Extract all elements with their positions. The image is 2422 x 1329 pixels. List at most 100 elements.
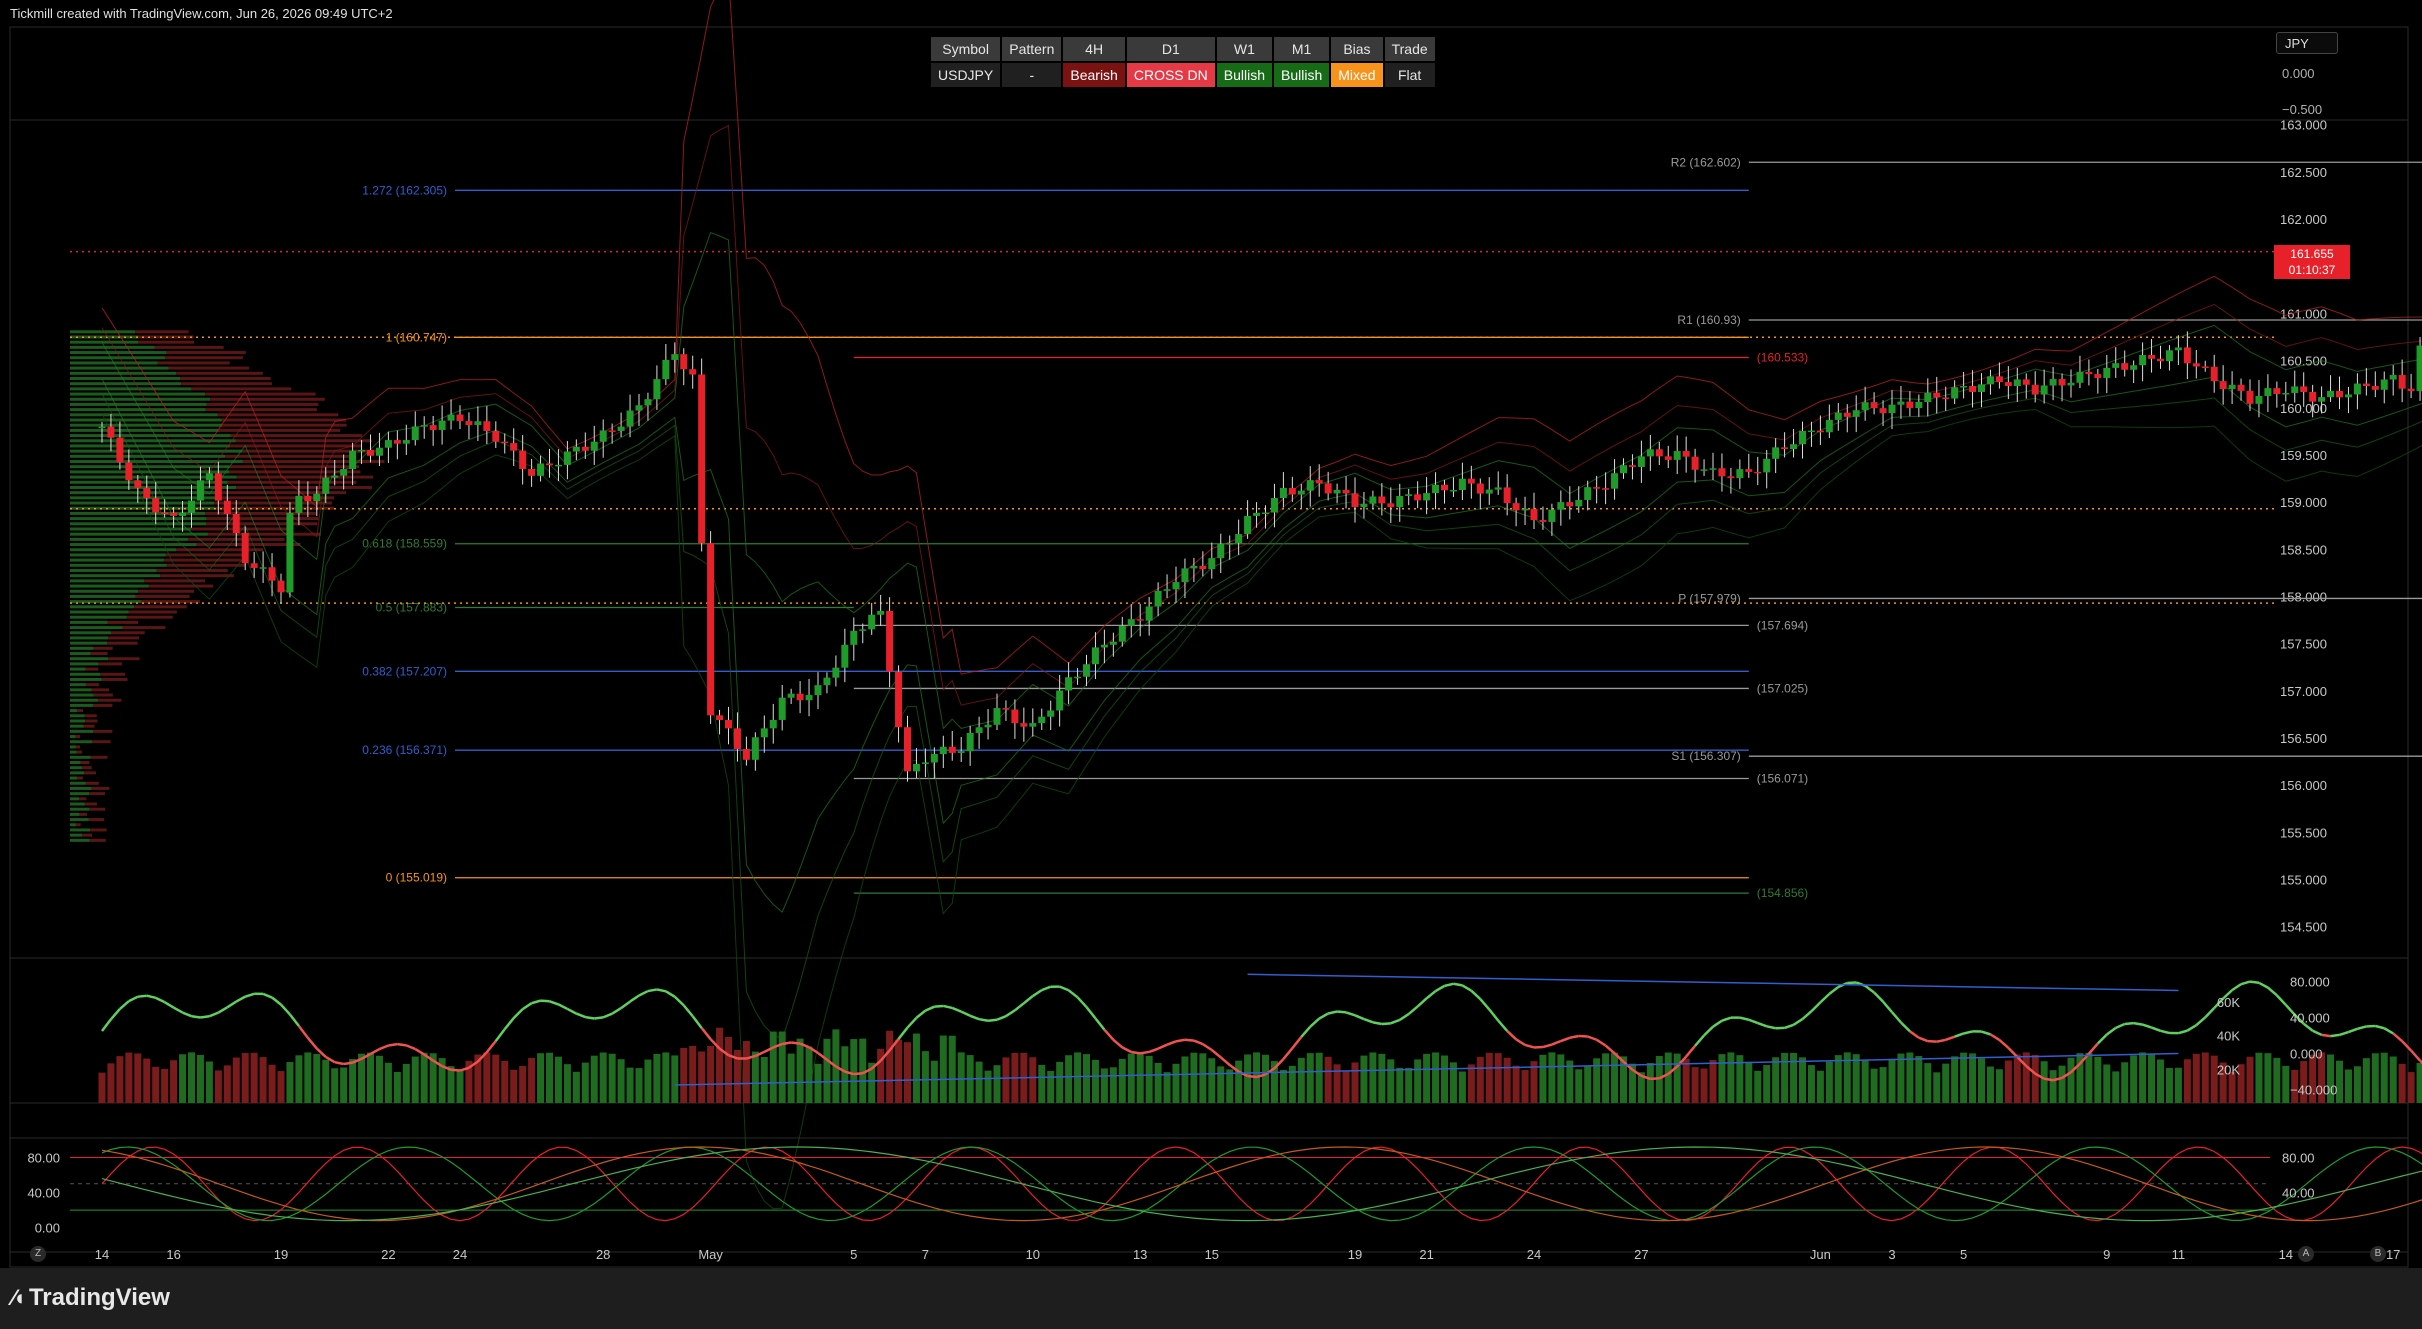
candle-body — [806, 695, 813, 700]
volume-profile-bar — [89, 818, 104, 821]
candle-body — [1701, 469, 1708, 471]
volume-bar — [1486, 1053, 1493, 1103]
volume-profile-bar — [207, 403, 319, 406]
oscillator-line — [272, 998, 281, 1005]
volume-profile-bar — [70, 803, 85, 806]
volume-profile-bar — [70, 486, 236, 489]
candle-body — [958, 751, 965, 753]
volume-bar — [2023, 1052, 2030, 1103]
volume-profile-bar — [236, 486, 372, 489]
oscillator-line — [2187, 1025, 2196, 1030]
volume-bar — [2354, 1066, 2361, 1103]
candle-body — [2085, 372, 2092, 374]
oscillator-line — [1328, 1012, 1337, 1014]
price-level-label: 0 (155.019) — [386, 871, 447, 885]
volume-profile-bar — [93, 704, 112, 707]
candle-body — [1647, 449, 1654, 456]
volume-bar — [2345, 1069, 2352, 1103]
candle-body — [1557, 502, 1564, 510]
volume-profile-bar — [70, 356, 165, 359]
candle-body — [1217, 544, 1224, 558]
volume-bar — [2121, 1062, 2128, 1103]
volume-bar — [1468, 1064, 1475, 1103]
candle-body — [707, 543, 714, 715]
x-axis-tick-label: 28 — [596, 1247, 610, 1262]
oscillator-line — [1418, 998, 1427, 1006]
y-axis-tick-label: 158.500 — [2280, 542, 2327, 557]
volume-bar — [161, 1069, 168, 1103]
oscillator-line — [594, 1017, 603, 1018]
candle-body — [170, 513, 177, 516]
candle-body — [492, 431, 499, 442]
candle-body — [1754, 472, 1761, 474]
candle-body — [457, 415, 464, 421]
oscillator-line — [1104, 1030, 1113, 1040]
volume-bar — [2130, 1055, 2137, 1103]
volume-profile-bar — [70, 429, 219, 432]
timezone-button[interactable]: Z — [30, 1246, 46, 1262]
volume-profile-bar — [77, 709, 83, 712]
candle-body — [1083, 664, 1090, 676]
oscillator-line — [1570, 1036, 1579, 1038]
volume-profile-bar — [76, 745, 81, 748]
candle-body — [1002, 708, 1009, 710]
candle-body — [501, 442, 508, 444]
oscillator-line — [2277, 995, 2286, 1005]
candle-body — [1181, 568, 1188, 582]
volume-bar — [636, 1068, 643, 1103]
volume-bar — [2255, 1053, 2262, 1103]
volume-bar — [1611, 1053, 1618, 1103]
volume-bar — [260, 1057, 267, 1103]
candle-body — [2390, 375, 2397, 379]
auto-scale-button[interactable]: A — [2298, 1246, 2314, 1262]
volume-profile-bar — [70, 616, 127, 619]
volume-bar — [501, 1061, 508, 1103]
y-axis-tick-label: 161.000 — [2280, 306, 2327, 321]
candle-body — [680, 354, 687, 369]
candle-body — [1674, 451, 1681, 460]
candle-body — [1897, 402, 1904, 405]
volume-bar — [143, 1059, 150, 1103]
volume-profile-bar — [93, 647, 112, 650]
volume-bar — [1871, 1069, 1878, 1103]
candle-body — [519, 451, 526, 469]
candle-body — [2255, 396, 2262, 404]
oscillator-line — [934, 1006, 943, 1007]
oscillator-line — [147, 996, 156, 998]
candle-body — [1280, 488, 1287, 498]
candle-body — [895, 672, 902, 728]
candle-body — [1468, 479, 1475, 484]
volume-bar — [349, 1059, 356, 1103]
candle-body — [1405, 494, 1412, 496]
volume-profile-bar — [70, 522, 206, 525]
y-axis-tick-label: 154.500 — [2280, 920, 2327, 935]
candle-body — [2229, 385, 2236, 389]
volume-axis-label: 20K — [2217, 1062, 2240, 1077]
settings-button[interactable]: B — [2370, 1246, 2386, 1262]
volume-bar — [1754, 1071, 1761, 1103]
volume-bar — [1665, 1053, 1672, 1103]
candle-body — [600, 430, 607, 441]
volume-bar — [1459, 1071, 1466, 1103]
volume-bar — [1477, 1057, 1484, 1103]
volume-bar — [1880, 1067, 1887, 1103]
volume-profile-bar — [77, 751, 82, 754]
chart-canvas[interactable]: 0.000−0.500163.000162.500162.000161.5001… — [0, 0, 2422, 1268]
volume-bar — [671, 1055, 678, 1103]
oscillator-line — [1883, 1002, 1892, 1012]
volume-bar — [689, 1046, 696, 1103]
volume-profile-bar — [94, 694, 113, 697]
oscillator-line — [200, 1016, 209, 1017]
oscillator-line — [371, 1049, 380, 1054]
oscillator-line — [908, 1018, 917, 1028]
y-axis-tick-label: 155.500 — [2280, 825, 2327, 840]
volume-profile-bar — [70, 704, 93, 707]
oscillator-line — [1865, 986, 1874, 993]
candle-body — [2193, 363, 2200, 366]
oscillator-line — [1355, 1015, 1364, 1019]
last-price-value: 161.655 — [2274, 246, 2350, 262]
volume-profile-bar — [205, 393, 316, 396]
volume-bar — [904, 1042, 911, 1103]
volume-bar — [1002, 1057, 1009, 1103]
volume-bar — [1128, 1054, 1135, 1103]
